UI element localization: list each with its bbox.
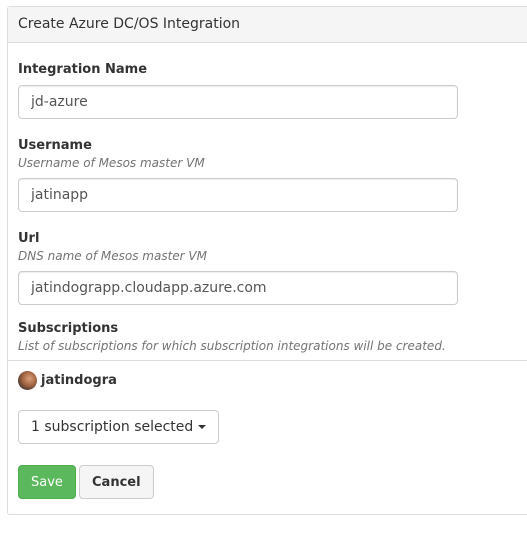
account-name: jatindogra — [41, 372, 117, 388]
subscription-account: jatindogra — [18, 369, 117, 391]
subscriptions-label: Subscriptions — [18, 321, 119, 336]
username-help-text: Username of Mesos master VM — [18, 156, 205, 170]
subscriptions-help-text: List of subscriptions for which subscrip… — [18, 339, 446, 353]
username-input[interactable] — [18, 178, 458, 212]
panel-title: Create Azure DC/OS Integration — [8, 7, 527, 43]
url-label: Url — [18, 231, 40, 246]
cancel-button[interactable]: Cancel — [79, 465, 154, 499]
integration-name-input[interactable] — [18, 85, 458, 119]
url-help-text: DNS name of Mesos master VM — [18, 249, 207, 263]
section-divider — [8, 360, 527, 361]
caret-down-icon — [198, 425, 207, 429]
avatar — [18, 370, 37, 390]
integration-form-panel: Create Azure DC/OS Integration Integrati… — [7, 6, 527, 515]
username-label: Username — [18, 138, 92, 153]
subscription-dropdown[interactable]: 1 subscription selected — [18, 410, 220, 444]
url-input[interactable] — [18, 271, 458, 305]
subscription-dropdown-label: 1 subscription selected — [31, 419, 194, 435]
integration-name-label: Integration Name — [18, 62, 148, 77]
save-button[interactable]: Save — [18, 465, 76, 499]
